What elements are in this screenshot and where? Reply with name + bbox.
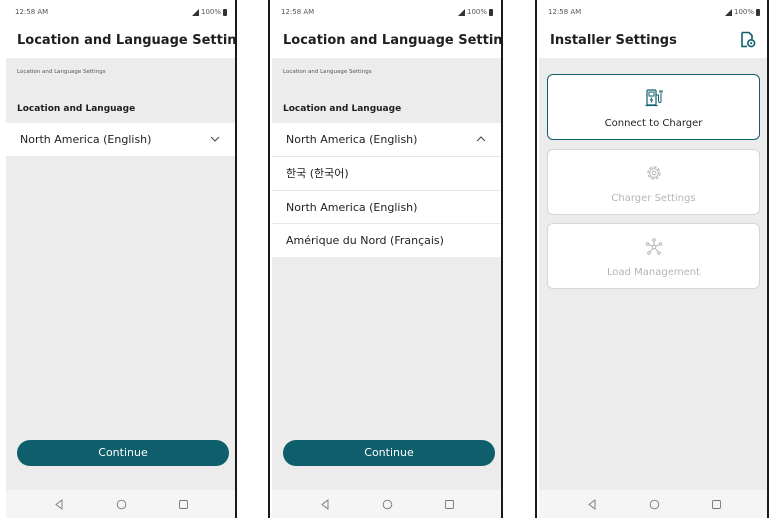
phone-screen-installer-settings: 12:58 AM 100% Installer Settings Connect… xyxy=(539,0,768,518)
connect-to-charger-card[interactable]: Connect to Charger xyxy=(547,74,760,140)
status-bar: 12:58 AM 100% xyxy=(6,0,235,22)
signal-icon xyxy=(457,8,465,16)
continue-button[interactable]: Continue xyxy=(283,440,495,466)
app-header: Location and Language Settings xyxy=(6,22,235,58)
status-right: 100% xyxy=(191,8,227,16)
option-north-america-english[interactable]: North America (English) xyxy=(272,189,501,224)
chevron-up-icon xyxy=(476,136,486,142)
device-divider xyxy=(535,0,537,518)
battery-icon xyxy=(223,8,227,16)
back-icon[interactable] xyxy=(320,499,331,510)
continue-button[interactable]: Continue xyxy=(17,440,229,466)
section-label: Location and Language xyxy=(17,104,136,114)
recent-apps-icon[interactable] xyxy=(711,499,722,510)
page-title: Location and Language Settings xyxy=(283,33,501,48)
home-icon[interactable] xyxy=(382,499,393,510)
device-divider xyxy=(235,0,237,518)
home-icon[interactable] xyxy=(116,499,127,510)
page-title: Installer Settings xyxy=(550,33,677,48)
option-korean[interactable]: 한국 (한국어) xyxy=(272,156,501,190)
status-right: 100% xyxy=(724,8,760,16)
system-nav-bar xyxy=(272,490,501,518)
location-language-select[interactable]: North America (English) xyxy=(272,123,501,156)
battery-percent: 100% xyxy=(466,8,487,16)
battery-percent: 100% xyxy=(200,8,221,16)
recent-apps-icon[interactable] xyxy=(444,499,455,510)
app-header: Location and Language Settings xyxy=(272,22,501,58)
system-nav-bar xyxy=(6,490,235,518)
select-value: North America (English) xyxy=(20,133,152,146)
phone-screen-location-dropdown-open: 12:58 AM 100% Location and Language Sett… xyxy=(272,0,501,518)
card-label: Connect to Charger xyxy=(604,118,703,129)
app-header: Installer Settings xyxy=(539,22,768,58)
device-divider xyxy=(268,0,270,518)
status-right: 100% xyxy=(457,8,493,16)
charger-settings-card[interactable]: Charger Settings xyxy=(547,149,760,215)
network-icon xyxy=(645,238,662,255)
signal-icon xyxy=(191,8,199,16)
status-time: 12:58 AM xyxy=(15,8,49,16)
card-label: Load Management xyxy=(606,267,701,278)
location-language-select[interactable]: North America (English) xyxy=(6,123,235,156)
chevron-down-icon xyxy=(210,136,220,142)
back-icon[interactable] xyxy=(54,499,65,510)
phone-screen-location-settings: 12:58 AM 100% Location and Language Sett… xyxy=(6,0,235,518)
select-value: North America (English) xyxy=(286,133,418,146)
page-title: Location and Language Settings xyxy=(17,33,235,48)
home-icon[interactable] xyxy=(649,499,660,510)
status-time: 12:58 AM xyxy=(548,8,582,16)
recent-apps-icon[interactable] xyxy=(178,499,189,510)
signal-icon xyxy=(724,8,732,16)
battery-icon xyxy=(756,8,760,16)
breadcrumb: Location and Language Settings xyxy=(17,69,106,75)
back-icon[interactable] xyxy=(587,499,598,510)
system-nav-bar xyxy=(539,490,768,518)
battery-icon xyxy=(489,8,493,16)
load-management-card[interactable]: Load Management xyxy=(547,223,760,289)
battery-percent: 100% xyxy=(733,8,754,16)
device-divider xyxy=(501,0,503,518)
card-label: Charger Settings xyxy=(611,193,696,204)
option-north-america-french[interactable]: Amérique du Nord (Français) xyxy=(272,223,501,257)
status-bar: 12:58 AM 100% xyxy=(539,0,768,22)
document-settings-icon[interactable] xyxy=(739,31,756,48)
location-language-options: 한국 (한국어) North America (English) Amériqu… xyxy=(272,156,501,257)
status-time: 12:58 AM xyxy=(281,8,315,16)
status-bar: 12:58 AM 100% xyxy=(272,0,501,22)
breadcrumb: Location and Language Settings xyxy=(283,69,372,75)
charger-icon xyxy=(645,89,663,107)
gear-icon xyxy=(646,166,661,180)
section-label: Location and Language xyxy=(283,104,402,114)
